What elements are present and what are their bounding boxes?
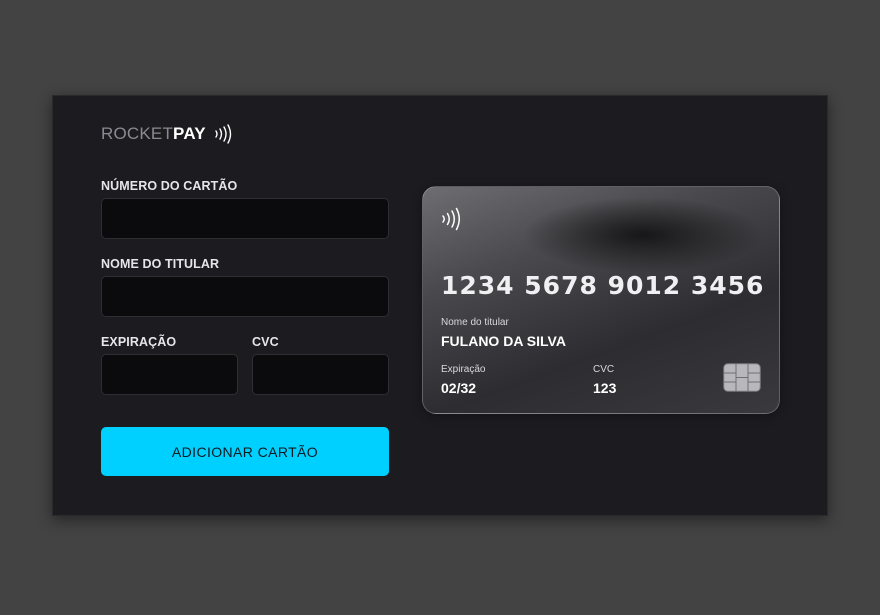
card-cvc-value: 123 (593, 380, 617, 396)
logo-text-pay: PAY (173, 124, 206, 143)
logo-text-rocket: ROCKET (101, 124, 174, 143)
expiry-input[interactable] (101, 354, 238, 395)
card-expiry-value: 02/32 (441, 380, 477, 396)
add-card-button[interactable]: ADICIONAR CARTÃO (101, 427, 389, 476)
card-expiry-caption: Expiração (441, 364, 486, 375)
holder-name-label: NOME DO TITULAR (101, 257, 220, 271)
rocketpay-logo: ROCKET PAY (101, 124, 232, 144)
cvc-label: CVC (252, 335, 279, 349)
contactless-icon (214, 124, 232, 144)
holder-name-input[interactable] (101, 276, 389, 317)
expiry-label: EXPIRAÇÃO (101, 335, 177, 349)
card-number-input[interactable] (101, 198, 389, 239)
card-cvc-caption: CVC (593, 364, 615, 375)
card-holder-caption: Nome do titular (441, 317, 509, 328)
card-preview: 1234 5678 9012 3456 Nome do titular FULA… (422, 186, 780, 414)
cvc-input[interactable] (252, 354, 389, 395)
card-contactless-icon (441, 207, 461, 236)
card-chip-icon (723, 363, 761, 392)
card-holder-name: FULANO DA SILVA (441, 333, 566, 349)
card-number-label: NÚMERO DO CARTÃO (101, 179, 238, 193)
payment-panel: ROCKET PAY NÚMERO DO CARTÃO NOME DO TITUL… (52, 95, 828, 516)
card-number-display: 1234 5678 9012 3456 (441, 271, 765, 300)
